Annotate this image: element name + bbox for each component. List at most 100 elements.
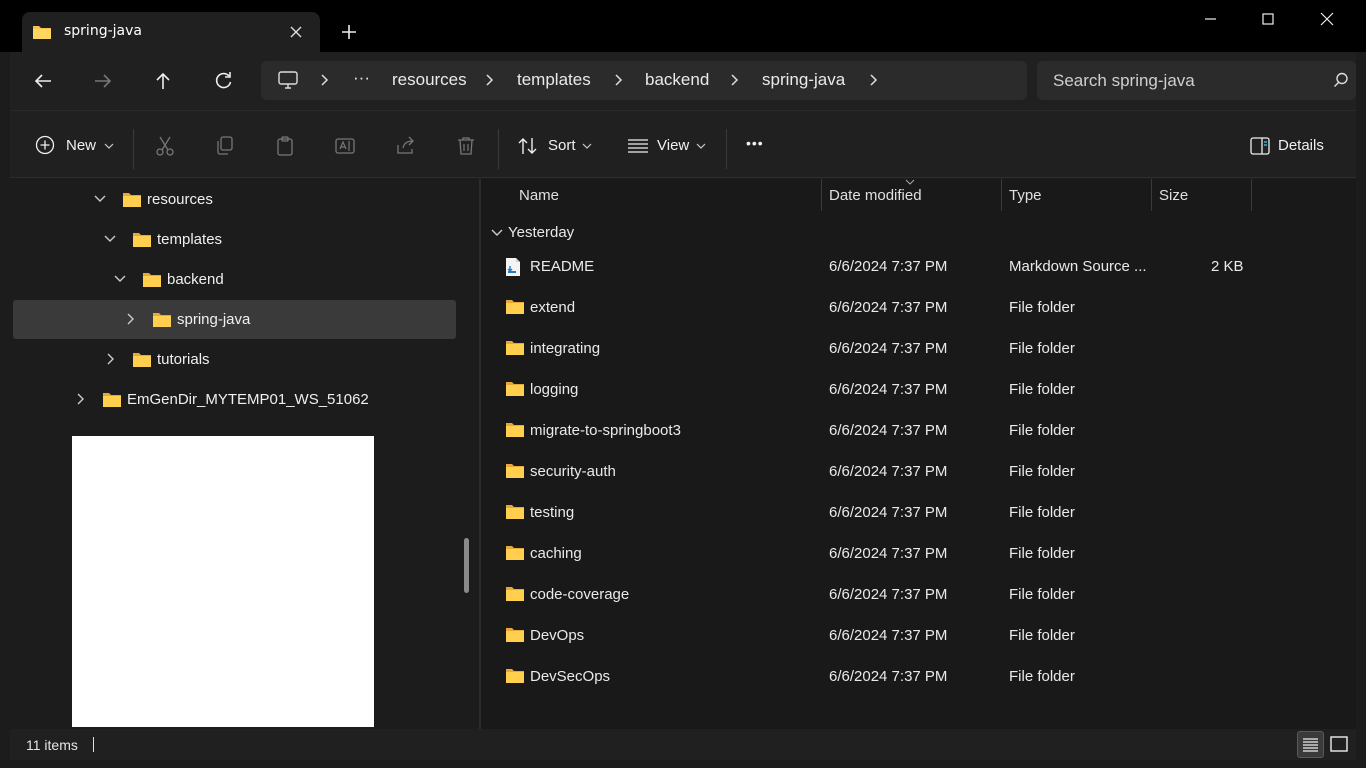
file-date-modified: 6/6/2024 7:37 PM [829, 381, 948, 398]
column-header-size[interactable]: Size [1159, 187, 1188, 204]
column-header-name[interactable]: Name [519, 187, 559, 204]
file-row[interactable]: integrating 6/6/2024 7:37 PM File folder [497, 331, 1347, 367]
chevron-down-icon[interactable] [491, 228, 503, 238]
file-name: extend [530, 299, 576, 316]
sort-icon[interactable] [517, 136, 539, 156]
column-header-date-modified[interactable]: Date modified [829, 187, 922, 204]
folder-icon [132, 351, 152, 368]
breadcrumb-spring-java[interactable]: spring-java [762, 70, 845, 90]
chevron-down-icon[interactable] [582, 142, 592, 150]
folder-icon [505, 667, 525, 684]
chevron-right-icon[interactable] [613, 73, 625, 87]
close-tab-icon[interactable] [286, 22, 306, 42]
file-row[interactable]: DevSecOps 6/6/2024 7:37 PM File folder [497, 659, 1347, 695]
share-icon[interactable] [395, 135, 417, 157]
chevron-right-icon[interactable] [484, 73, 496, 87]
search-box[interactable] [1037, 61, 1356, 100]
chevron-right-icon[interactable] [106, 353, 116, 365]
folder-icon [505, 298, 525, 315]
view-icon[interactable] [627, 138, 649, 154]
maximize-button[interactable] [1245, 8, 1291, 32]
folder-icon [122, 191, 142, 208]
nav-label: backend [167, 271, 224, 288]
breadcrumb-resources[interactable]: resources [392, 70, 467, 90]
search-input[interactable] [1053, 69, 1323, 93]
group-label: Yesterday [508, 224, 575, 241]
file-row[interactable]: extend 6/6/2024 7:37 PM File folder [497, 290, 1347, 326]
column-divider[interactable] [821, 179, 822, 211]
back-button[interactable] [28, 66, 58, 96]
column-divider[interactable] [1151, 179, 1152, 211]
chevron-down-icon[interactable] [104, 234, 116, 244]
folder-icon [142, 271, 162, 288]
file-type: File folder [1009, 381, 1075, 398]
chevron-right-icon[interactable] [729, 73, 741, 87]
folder-icon [505, 380, 525, 397]
file-name: integrating [530, 340, 601, 357]
nav-scrollbar-thumb[interactable] [464, 538, 469, 593]
blank-overlay [72, 436, 374, 727]
copy-icon[interactable] [215, 135, 235, 157]
nav-item-templates[interactable]: templates [13, 220, 456, 259]
this-pc-icon[interactable] [277, 70, 299, 90]
file-row[interactable]: caching 6/6/2024 7:37 PM File folder [497, 536, 1347, 572]
file-row[interactable]: code-coverage 6/6/2024 7:37 PM File folder [497, 577, 1347, 613]
chevron-right-icon[interactable] [126, 313, 136, 325]
minimize-button[interactable] [1188, 8, 1234, 32]
column-header-type[interactable]: Type [1009, 187, 1042, 204]
more-options-button[interactable]: ••• [746, 135, 764, 151]
nav-item-backend[interactable]: backend [13, 260, 456, 299]
view-button[interactable]: View [657, 137, 689, 154]
file-row[interactable]: security-auth 6/6/2024 7:37 PM File folder [497, 454, 1347, 490]
close-window-button[interactable] [1304, 8, 1350, 32]
file-name: testing [530, 504, 575, 521]
nav-item-emgendir[interactable]: EmGenDir_MYTEMP01_WS_51062 [13, 380, 456, 419]
chevron-right-icon[interactable] [76, 393, 86, 405]
breadcrumb-templates[interactable]: templates [517, 70, 591, 90]
sort-button[interactable]: Sort [548, 137, 576, 154]
details-view-button[interactable] [1297, 731, 1324, 758]
breadcrumb-backend[interactable]: backend [645, 70, 709, 90]
address-bar[interactable]: ··· resources templates backend spring-j… [261, 61, 1027, 100]
markdown-file-icon [505, 257, 521, 277]
new-button[interactable]: New [66, 137, 96, 154]
file-row[interactable]: testing 6/6/2024 7:37 PM File folder [497, 495, 1347, 531]
add-circle-icon[interactable] [35, 135, 55, 155]
file-row[interactable]: migrate-to-springboot3 6/6/2024 7:37 PM Fi… [497, 413, 1347, 449]
file-type: File folder [1009, 545, 1075, 562]
file-type: File folder [1009, 422, 1075, 439]
file-row[interactable]: logging 6/6/2024 7:37 PM File folder [497, 372, 1347, 408]
file-row[interactable]: DevOps 6/6/2024 7:37 PM File folder [497, 618, 1347, 654]
chevron-down-icon[interactable] [104, 142, 114, 150]
column-divider[interactable] [1251, 179, 1252, 211]
chevron-down-icon[interactable] [114, 274, 126, 284]
search-icon[interactable] [1333, 72, 1349, 88]
file-type: File folder [1009, 627, 1075, 644]
refresh-button[interactable] [208, 66, 238, 96]
cut-icon[interactable] [155, 135, 175, 157]
chevron-right-icon[interactable] [319, 73, 331, 87]
tab-spring-java[interactable]: spring-java [22, 12, 320, 52]
nav-item-tutorials[interactable]: tutorials [13, 340, 456, 379]
new-tab-button[interactable] [338, 21, 360, 43]
file-type: File folder [1009, 299, 1075, 316]
nav-item-spring-java[interactable]: spring-java [13, 300, 456, 339]
breadcrumb-overflow[interactable]: ··· [353, 68, 370, 88]
rename-icon[interactable] [334, 135, 356, 157]
column-divider[interactable] [1001, 179, 1002, 211]
file-name: migrate-to-springboot3 [530, 422, 681, 439]
up-button[interactable] [148, 66, 178, 96]
folder-icon [505, 421, 525, 438]
forward-button[interactable] [88, 66, 118, 96]
details-button[interactable]: Details [1278, 137, 1324, 154]
chevron-down-icon[interactable] [696, 142, 706, 150]
file-row[interactable]: README 6/6/2024 7:37 PM Markdown Source ..… [497, 249, 1347, 285]
paste-icon[interactable] [275, 135, 295, 157]
nav-item-resources[interactable]: resources [13, 180, 456, 219]
chevron-down-icon[interactable] [94, 194, 106, 204]
file-date-modified: 6/6/2024 7:37 PM [829, 299, 948, 316]
delete-icon[interactable] [456, 135, 476, 157]
chevron-right-icon[interactable] [868, 73, 880, 87]
details-pane-icon[interactable] [1250, 137, 1270, 155]
tiles-view-button[interactable] [1327, 731, 1352, 758]
